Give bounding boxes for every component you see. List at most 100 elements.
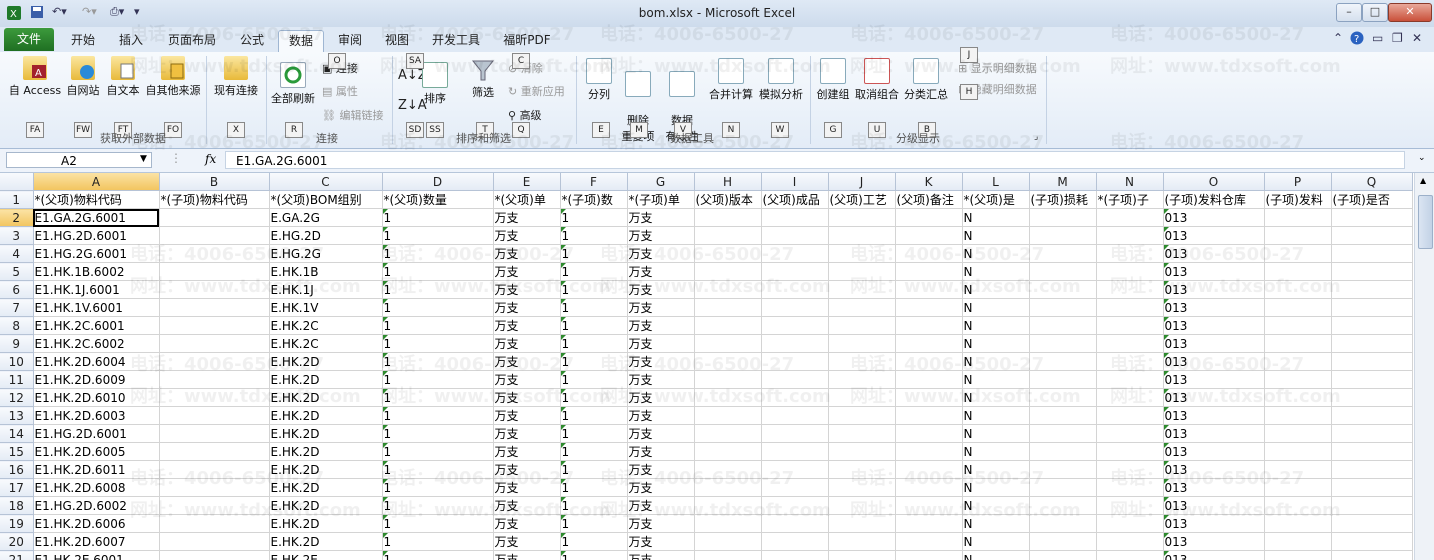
row-header[interactable]: 19 [0, 514, 34, 533]
from-text-button[interactable]: 自文本 [104, 56, 142, 98]
cell[interactable] [1029, 370, 1097, 389]
cell[interactable] [828, 262, 896, 281]
row-header[interactable]: 14 [0, 424, 34, 443]
cell[interactable] [159, 424, 270, 443]
cell[interactable] [159, 226, 270, 245]
column-header-q[interactable]: Q [1331, 173, 1413, 191]
cell[interactable] [895, 496, 963, 515]
cell[interactable]: *(父项)数量 [382, 190, 494, 209]
cell[interactable]: 万支 [627, 514, 695, 533]
cell[interactable] [1029, 550, 1097, 560]
cell[interactable]: 1 [382, 298, 494, 317]
cell[interactable] [159, 334, 270, 353]
cell[interactable] [1096, 388, 1164, 407]
cell[interactable] [828, 352, 896, 371]
cell[interactable] [694, 316, 762, 335]
cell[interactable] [1331, 352, 1413, 371]
cell[interactable] [828, 478, 896, 497]
cell[interactable]: 013 [1163, 478, 1265, 497]
cell[interactable]: N [962, 514, 1030, 533]
cell[interactable]: (子项)发料 [1264, 190, 1332, 209]
cell[interactable] [828, 532, 896, 551]
cell[interactable] [1096, 532, 1164, 551]
cell[interactable] [1029, 532, 1097, 551]
cell[interactable]: 万支 [493, 262, 561, 281]
vertical-scrollbar[interactable]: ▲ [1414, 173, 1434, 560]
cell[interactable] [1096, 496, 1164, 515]
cell[interactable] [1096, 316, 1164, 335]
tab-data[interactable]: 数据 [278, 30, 324, 53]
tab-developer[interactable]: 开发工具 [426, 30, 486, 51]
cell[interactable]: 万支 [627, 298, 695, 317]
cell[interactable] [159, 208, 270, 227]
cell[interactable] [828, 334, 896, 353]
cell[interactable]: 1 [560, 478, 628, 497]
cell[interactable]: N [962, 352, 1030, 371]
cell[interactable]: 万支 [627, 550, 695, 560]
cell[interactable] [1331, 496, 1413, 515]
cell[interactable] [1264, 460, 1332, 479]
cell[interactable]: 1 [382, 352, 494, 371]
cell[interactable] [761, 514, 829, 533]
cell[interactable] [1029, 406, 1097, 425]
cell[interactable] [828, 550, 896, 560]
cell[interactable]: E1.HG.2D.6002 [33, 496, 160, 515]
row-header[interactable]: 17 [0, 478, 34, 497]
cell[interactable]: (子项)发料仓库 [1163, 190, 1265, 209]
cell[interactable]: *(父项)单 [493, 190, 561, 209]
cell[interactable]: E.HK.2D [269, 514, 383, 533]
cell[interactable]: 013 [1163, 460, 1265, 479]
cell[interactable]: 1 [382, 388, 494, 407]
column-header-b[interactable]: B [159, 173, 270, 191]
cell[interactable]: E1.HK.2E.6001 [33, 550, 160, 560]
advanced-filter-button[interactable]: ⚲ 高级 [508, 107, 542, 123]
cell[interactable] [828, 406, 896, 425]
cell[interactable] [1096, 460, 1164, 479]
cell[interactable]: 万支 [627, 244, 695, 263]
cell[interactable]: 013 [1163, 406, 1265, 425]
cell[interactable] [1331, 442, 1413, 461]
cell[interactable] [694, 208, 762, 227]
cell[interactable] [694, 262, 762, 281]
cell[interactable] [694, 244, 762, 263]
sort-button[interactable]: 排序 [420, 62, 450, 106]
cell[interactable]: N [962, 280, 1030, 299]
cell[interactable]: E.HK.2D [269, 532, 383, 551]
cell[interactable] [828, 460, 896, 479]
cell[interactable] [828, 388, 896, 407]
cell[interactable]: N [962, 388, 1030, 407]
cell[interactable]: E.HK.1B [269, 262, 383, 281]
expand-formula-bar-icon[interactable]: ⌄ [1418, 153, 1426, 163]
cell[interactable]: 万支 [627, 496, 695, 515]
cell[interactable]: E.HK.1V [269, 298, 383, 317]
row-header[interactable]: 13 [0, 406, 34, 425]
row-header[interactable]: 12 [0, 388, 34, 407]
cell[interactable]: 万支 [493, 316, 561, 335]
row-header[interactable]: 3 [0, 226, 34, 245]
tab-home[interactable]: 开始 [62, 30, 104, 51]
cell[interactable]: E.HG.2G [269, 244, 383, 263]
cell[interactable]: 1 [382, 424, 494, 443]
cell[interactable]: 1 [560, 550, 628, 560]
cell[interactable]: 万支 [493, 532, 561, 551]
cell[interactable] [159, 370, 270, 389]
cell[interactable]: 万支 [493, 496, 561, 515]
cell[interactable] [895, 334, 963, 353]
cell[interactable]: N [962, 208, 1030, 227]
cell[interactable]: E1.HK.1B.6002 [33, 262, 160, 281]
cell[interactable] [1096, 514, 1164, 533]
cell[interactable]: E1.HG.2D.6001 [33, 424, 160, 443]
cell[interactable]: (子项)损耗 [1029, 190, 1097, 209]
cell[interactable] [1264, 424, 1332, 443]
cell[interactable] [761, 226, 829, 245]
cell[interactable] [761, 550, 829, 560]
cell[interactable]: 013 [1163, 532, 1265, 551]
cell[interactable]: E1.HK.1V.6001 [33, 298, 160, 317]
cell[interactable] [159, 478, 270, 497]
cell[interactable]: E1.HK.2D.6004 [33, 352, 160, 371]
cell[interactable]: E.GA.2G [269, 208, 383, 227]
cell[interactable] [1331, 262, 1413, 281]
cell[interactable]: 万支 [493, 478, 561, 497]
cell[interactable] [159, 298, 270, 317]
cell[interactable]: 1 [382, 208, 494, 227]
